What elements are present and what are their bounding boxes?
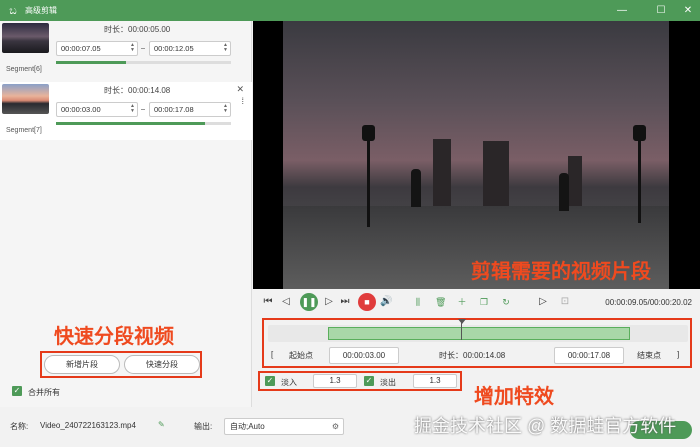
name-label: 名称: xyxy=(10,422,29,431)
reset-icon[interactable]: ↻ xyxy=(501,297,511,307)
segment-name: Segment[6] xyxy=(6,66,42,73)
frog-logo-icon: ಬ xyxy=(9,4,17,17)
range-dash xyxy=(141,109,145,110)
stop-button[interactable]: ■ xyxy=(358,293,376,311)
fade-out-label: 淡出 xyxy=(380,378,396,387)
merge-all-checkbox[interactable]: ✓ xyxy=(12,386,22,396)
spin-arrows-icon[interactable]: ▲ ▼ xyxy=(130,104,135,114)
segment-start-value: 00:00:07.05 xyxy=(61,44,101,53)
segment-end-value: 00:00:17.08 xyxy=(154,105,194,114)
preview-range-icon[interactable]: ▷ xyxy=(537,296,549,308)
output-select[interactable]: 自动;Auto ⚙ xyxy=(224,418,344,435)
segment-progress-fill xyxy=(56,61,126,64)
tower-silhouette xyxy=(483,141,509,207)
skip-to-end-icon[interactable]: ⏭ xyxy=(339,296,351,308)
end-point-button[interactable]: 结束点 xyxy=(637,350,661,361)
step-forward-icon[interactable]: ▷ xyxy=(323,296,335,308)
statue-silhouette xyxy=(559,173,569,211)
file-name: Video_240722163123.mp4 xyxy=(40,421,136,430)
segment-duration: 时长：00:00:14.08 xyxy=(104,86,171,95)
trim-duration: 时长：00:00:14.08 xyxy=(439,351,506,360)
tower-silhouette xyxy=(433,139,451,209)
pause-button[interactable]: ❚❚ xyxy=(300,293,318,311)
trim-end-input[interactable]: 00:00:17.08 xyxy=(554,347,624,364)
selected-range[interactable] xyxy=(328,327,630,340)
video-frame xyxy=(283,21,669,289)
step-back-icon[interactable]: ◁ xyxy=(280,296,292,308)
playhead[interactable] xyxy=(461,320,462,340)
player-controls: ⏮ ◁ ❚❚ ▷ ⏭ ■ 🔊 ⫼ 🗑 ＋ ❐ ↻ ▷ ⊡ 00:00:09.05… xyxy=(253,291,700,315)
add-icon[interactable]: ＋ xyxy=(457,297,467,307)
gear-icon[interactable]: ⚙ xyxy=(332,419,339,434)
fade-out-checkbox[interactable]: ✓ xyxy=(364,376,374,386)
trim-end-value: 00:00:17.08 xyxy=(567,351,611,360)
segment-name: Segment[7] xyxy=(6,127,42,134)
playhead-marker-icon[interactable] xyxy=(458,319,466,324)
range-dash xyxy=(141,48,145,49)
fade-out-value: 1.3 xyxy=(429,376,441,385)
skip-to-start-icon[interactable]: ⏮ xyxy=(262,296,274,308)
output-label: 输出: xyxy=(194,422,213,431)
time-readout: 00:00:09.05/00:00:20.02 xyxy=(605,298,692,307)
volume-icon[interactable]: 🔊 xyxy=(380,296,392,308)
trim-start-value: 00:00:03.00 xyxy=(342,351,386,360)
segment-panel: Segment[6] 时长：00:00:05.00 00:00:07.05 ▲ ▼ … xyxy=(0,21,252,407)
segment-start-input[interactable]: 00:00:03.00 ▲ ▼ xyxy=(56,102,138,117)
copy-icon[interactable]: ❐ xyxy=(479,297,489,307)
segment-progress xyxy=(56,61,231,64)
title-bar: ಬ 高级剪辑 — ☐ ✕ xyxy=(0,0,700,21)
video-preview[interactable]: 剪辑需要的视频片段 xyxy=(253,21,700,289)
window-title: 高级剪辑 xyxy=(25,6,57,15)
fade-in-checkbox[interactable]: ✓ xyxy=(265,376,275,386)
quick-split-button[interactable]: 快速分段 xyxy=(124,355,200,374)
start-point-button[interactable]: 起始点 xyxy=(289,350,313,361)
segment-duration: 时长：00:00:05.00 xyxy=(104,25,171,34)
minimize-icon[interactable]: — xyxy=(610,0,634,21)
clip-caption: 剪辑需要的视频片段 xyxy=(471,261,651,283)
loop-icon[interactable]: ⊡ xyxy=(559,296,571,308)
segment-item[interactable]: Segment[6] 时长：00:00:05.00 00:00:07.05 ▲ ▼ … xyxy=(0,21,252,79)
segment-item[interactable]: Segment[7] 时长：00:00:14.08 00:00:03.00 ▲ ▼ … xyxy=(0,82,252,140)
delete-segment-icon[interactable]: ✕ xyxy=(236,84,244,95)
output-value: 自动;Auto xyxy=(230,422,265,431)
segment-progress-fill xyxy=(56,122,205,125)
spin-arrows-icon[interactable]: ▲ ▼ xyxy=(223,104,228,114)
quick-split-caption: 快速分段视频 xyxy=(54,326,174,348)
split-icon[interactable]: ⫼ xyxy=(413,297,423,307)
fade-in-input[interactable]: 1.3 xyxy=(313,374,357,388)
merge-all-label: 合并所有 xyxy=(28,388,60,397)
watermark: 掘金技术社区 @ 数据蛙官方软件 xyxy=(414,416,677,436)
segment-thumbnail xyxy=(2,23,49,53)
delete-icon[interactable]: 🗑 xyxy=(435,297,446,307)
tower-silhouette xyxy=(568,156,582,208)
start-bracket: [ xyxy=(271,350,274,359)
fade-out-input[interactable]: 1.3 xyxy=(413,374,457,388)
close-icon[interactable]: ✕ xyxy=(676,0,700,21)
statue-silhouette xyxy=(411,169,421,207)
street-lamp xyxy=(362,125,375,227)
more-icon[interactable]: ⁞ xyxy=(241,96,244,106)
spin-arrows-icon[interactable]: ▲ ▼ xyxy=(130,43,135,53)
segment-end-input[interactable]: 00:00:17.08 ▲ ▼ xyxy=(149,102,231,117)
segment-start-value: 00:00:03.00 xyxy=(61,105,101,114)
segment-end-input[interactable]: 00:00:12.05 ▲ ▼ xyxy=(149,41,231,56)
segment-start-input[interactable]: 00:00:07.05 ▲ ▼ xyxy=(56,41,138,56)
fade-in-label: 淡入 xyxy=(281,378,297,387)
maximize-icon[interactable]: ☐ xyxy=(649,0,673,21)
effects-caption: 增加特效 xyxy=(474,386,554,408)
timeline-track[interactable] xyxy=(268,319,688,342)
trim-controls: [ 起始点 00:00:03.00 时长：00:00:14.08 00:00:1… xyxy=(265,347,690,365)
new-segment-button[interactable]: 新增片段 xyxy=(44,355,120,374)
edit-name-icon[interactable]: ✎ xyxy=(158,420,165,429)
street-lamp xyxy=(633,125,646,223)
trim-start-input[interactable]: 00:00:03.00 xyxy=(329,347,399,364)
segment-progress xyxy=(56,122,231,125)
segment-thumbnail xyxy=(2,84,49,114)
segment-end-value: 00:00:12.05 xyxy=(154,44,194,53)
fade-in-value: 1.3 xyxy=(329,376,341,385)
end-bracket: ] xyxy=(677,350,680,359)
spin-arrows-icon[interactable]: ▲ ▼ xyxy=(223,43,228,53)
